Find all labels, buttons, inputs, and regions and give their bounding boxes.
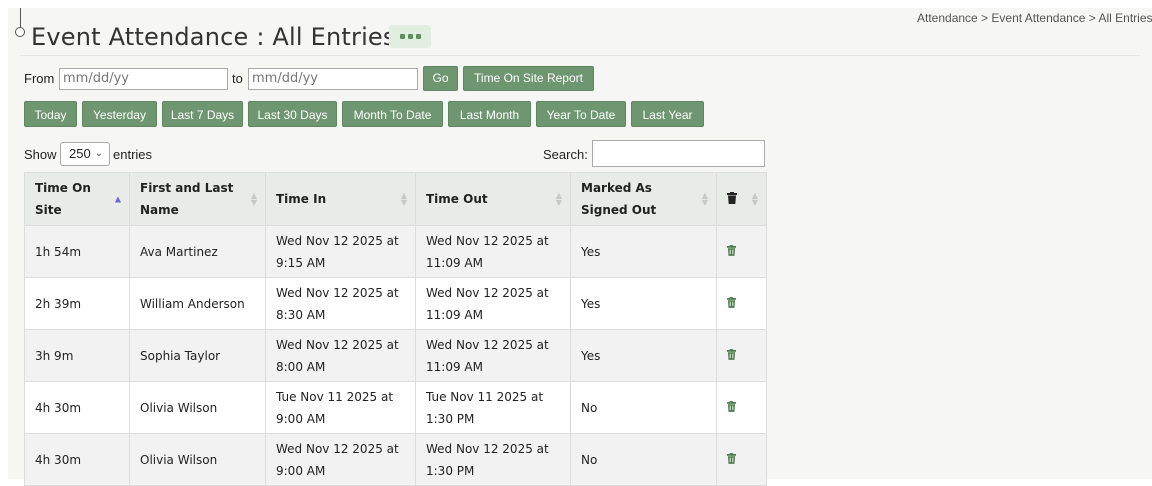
col-header-name[interactable]: First and Last Name ▲ ▼ xyxy=(129,172,266,226)
trash-icon[interactable] xyxy=(727,400,736,412)
ellipsis-dot xyxy=(407,34,413,39)
delete-cell xyxy=(716,225,767,278)
delete-cell xyxy=(716,329,767,382)
col-header-delete[interactable]: ▲ ▼ xyxy=(716,172,767,226)
search-label: Search: xyxy=(543,147,588,162)
sort-icon: ▲ ▼ xyxy=(751,191,758,207)
attendance-table: Time On Site ▲ First and Last Name ▲ ▼ Time… xyxy=(24,172,767,486)
search-input[interactable] xyxy=(592,140,765,167)
col-header-label: Time Out xyxy=(426,192,488,206)
cell-time-on-site: 3h 9m xyxy=(24,329,130,382)
cell-time-out: Wed Nov 12 2025 at 11:09 AM xyxy=(415,329,571,382)
cell-signed-out: No xyxy=(570,433,717,486)
col-header-label: Time In xyxy=(276,192,327,206)
delete-cell xyxy=(716,277,767,330)
col-header-label: Time On Site xyxy=(35,181,91,217)
cell-signed-out: No xyxy=(570,381,717,434)
table-row: 4h 30m Olivia Wilson Wed Nov 12 2025 at 9:… xyxy=(24,433,767,486)
cell-signed-out: Yes xyxy=(570,329,717,382)
cell-time-out: Wed Nov 12 2025 at 11:09 AM xyxy=(415,277,571,330)
chevron-down-icon: ⌄ xyxy=(94,148,103,159)
cell-time-in: Wed Nov 12 2025 at 9:00 AM xyxy=(265,433,416,486)
breadcrumb: Attendance > Event Attendance > All Entr… xyxy=(917,11,1152,25)
cell-time-on-site: 4h 30m xyxy=(24,433,130,486)
to-label: to xyxy=(232,71,243,86)
sort-icon: ▲ ▼ xyxy=(555,191,562,207)
table-row: 2h 39m William Anderson Wed Nov 12 2025 at… xyxy=(24,277,767,330)
trash-icon[interactable] xyxy=(727,296,736,308)
entries-per-page-value: 250 xyxy=(69,146,91,161)
cell-name: Olivia Wilson xyxy=(129,381,266,434)
sort-icon: ▲ ▼ xyxy=(400,191,407,207)
col-header-label: First and Last Name xyxy=(140,181,234,217)
trash-icon[interactable] xyxy=(727,452,736,464)
cell-time-in: Wed Nov 12 2025 at 8:00 AM xyxy=(265,329,416,382)
cell-time-out: Wed Nov 12 2025 at 11:09 AM xyxy=(415,225,571,278)
sort-ascending-icon: ▲ xyxy=(114,194,121,204)
table-header-row: Time On Site ▲ First and Last Name ▲ ▼ Time… xyxy=(24,172,767,226)
timeline-dot xyxy=(15,27,25,37)
entries-label: entries xyxy=(113,147,153,162)
entries-per-page-select[interactable]: 250 ⌄ xyxy=(60,142,110,166)
table-row: 3h 9m Sophia Taylor Wed Nov 12 2025 at 8:0… xyxy=(24,329,767,382)
range-today-button[interactable]: Today xyxy=(24,101,77,127)
header-divider xyxy=(20,55,1140,56)
to-date-input[interactable]: mm/dd/yy xyxy=(248,68,418,90)
cell-name: William Anderson xyxy=(129,277,266,330)
range-last-30-days-button[interactable]: Last 30 Days xyxy=(248,101,337,127)
from-label: From xyxy=(24,71,55,86)
cell-time-in: Wed Nov 12 2025 at 9:15 AM xyxy=(265,225,416,278)
cell-time-on-site: 4h 30m xyxy=(24,381,130,434)
page-title: Event Attendance : All Entries xyxy=(31,23,396,51)
trash-icon[interactable] xyxy=(727,244,736,256)
more-options-button[interactable] xyxy=(389,25,431,48)
range-year-to-date-button[interactable]: Year To Date xyxy=(536,101,626,127)
cell-time-on-site: 1h 54m xyxy=(24,225,130,278)
trash-icon xyxy=(727,192,737,204)
col-header-time-out[interactable]: Time Out ▲ ▼ xyxy=(415,172,571,226)
cell-time-in: Wed Nov 12 2025 at 8:30 AM xyxy=(265,277,416,330)
from-date-input[interactable]: mm/dd/yy xyxy=(59,68,228,90)
range-last-year-button[interactable]: Last Year xyxy=(631,101,704,127)
time-on-site-report-button[interactable]: Time On Site Report xyxy=(463,66,594,91)
ellipsis-icon xyxy=(399,34,405,39)
cell-time-on-site: 2h 39m xyxy=(24,277,130,330)
range-month-to-date-button[interactable]: Month To Date xyxy=(342,101,443,127)
range-last-7-days-button[interactable]: Last 7 Days xyxy=(162,101,243,127)
sort-icon: ▲ ▼ xyxy=(250,191,257,207)
cell-signed-out: Yes xyxy=(570,225,717,278)
sort-icon: ▲ ▼ xyxy=(701,191,708,207)
timeline-line xyxy=(20,8,21,28)
cell-name: Olivia Wilson xyxy=(129,433,266,486)
col-header-time-in[interactable]: Time In ▲ ▼ xyxy=(265,172,416,226)
table-row: 1h 54m Ava Martinez Wed Nov 12 2025 at 9:1… xyxy=(24,225,767,278)
cell-time-out: Tue Nov 11 2025 at 1:30 PM xyxy=(415,381,571,434)
range-last-month-button[interactable]: Last Month xyxy=(448,101,531,127)
cell-time-in: Tue Nov 11 2025 at 9:00 AM xyxy=(265,381,416,434)
trash-icon[interactable] xyxy=(727,348,736,360)
show-label: Show xyxy=(24,147,57,162)
delete-cell xyxy=(716,433,767,486)
ellipsis-dot xyxy=(415,34,421,39)
col-header-time-on-site[interactable]: Time On Site ▲ xyxy=(24,172,130,226)
cell-name: Ava Martinez xyxy=(129,225,266,278)
cell-time-out: Wed Nov 12 2025 at 1:30 PM xyxy=(415,433,571,486)
cell-signed-out: Yes xyxy=(570,277,717,330)
range-yesterday-button[interactable]: Yesterday xyxy=(82,101,157,127)
col-header-signed-out[interactable]: Marked As Signed Out ▲ ▼ xyxy=(570,172,717,226)
col-header-label: Marked As Signed Out xyxy=(581,181,657,217)
delete-cell xyxy=(716,381,767,434)
cell-name: Sophia Taylor xyxy=(129,329,266,382)
go-button[interactable]: Go xyxy=(423,66,458,91)
table-row: 4h 30m Olivia Wilson Tue Nov 11 2025 at 9:… xyxy=(24,381,767,434)
